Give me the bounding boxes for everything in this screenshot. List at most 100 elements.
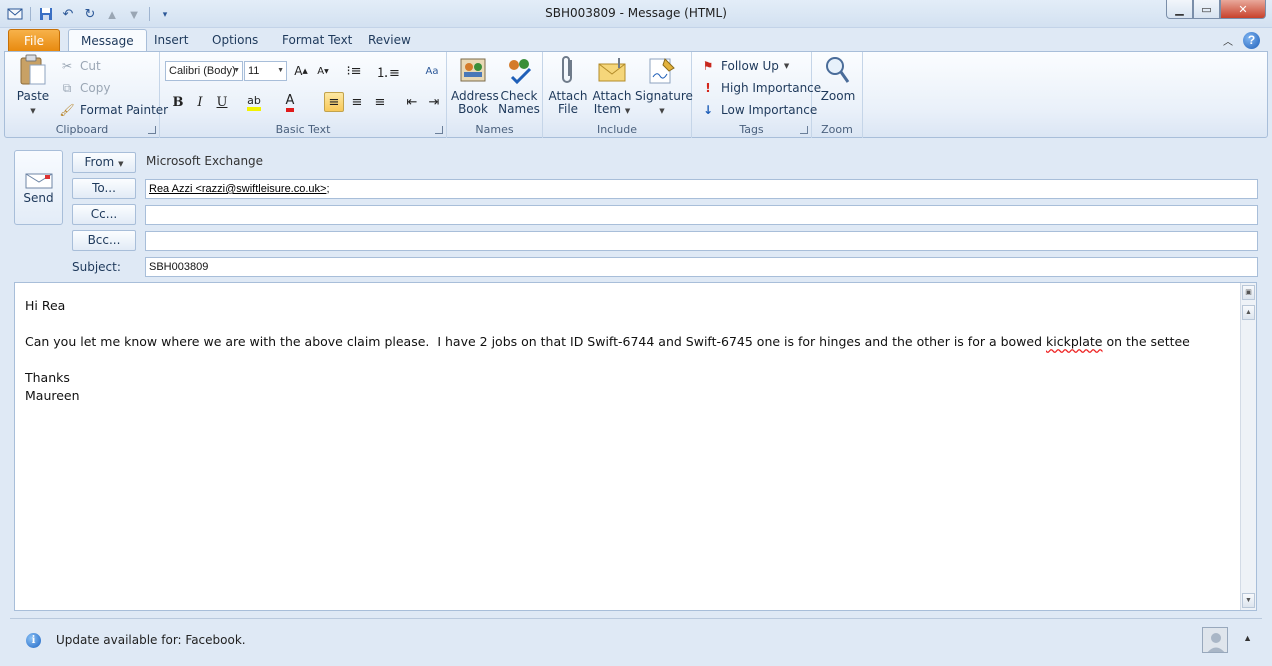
- low-importance-label: Low Importance: [721, 103, 818, 117]
- recipient-chip[interactable]: Rea Azzi <razzi@swiftleisure.co.uk>: [149, 183, 326, 195]
- bullets-icon[interactable]: ⁝≡: [344, 61, 364, 81]
- cut-label: Cut: [80, 59, 101, 73]
- copy-label: Copy: [80, 81, 111, 95]
- underline-icon[interactable]: U: [212, 92, 232, 112]
- paste-button[interactable]: Paste ▼: [13, 54, 53, 118]
- check-names-button[interactable]: Check Names: [497, 54, 541, 116]
- increase-indent-icon[interactable]: ⇥: [424, 92, 444, 112]
- decrease-indent-icon[interactable]: ⇤: [402, 92, 422, 112]
- clipboard-launcher-icon[interactable]: [148, 126, 156, 134]
- cc-field[interactable]: [145, 205, 1258, 225]
- attach-file-button[interactable]: Attach File: [547, 54, 589, 116]
- help-icon[interactable]: ?: [1243, 32, 1260, 49]
- paste-label: Paste: [16, 89, 50, 103]
- bcc-field[interactable]: [145, 231, 1258, 251]
- avatar[interactable]: [1202, 627, 1228, 653]
- ruler-toggle-icon[interactable]: ▣: [1242, 285, 1255, 300]
- expand-people-pane-icon[interactable]: ▲: [1243, 633, 1252, 643]
- body-line-blank: [25, 315, 1190, 333]
- body-main-text-end: on the settee: [1102, 334, 1190, 349]
- scroll-up-icon[interactable]: ▲: [1242, 305, 1255, 320]
- body-scrollbar[interactable]: ▣ ▲ ▼: [1240, 283, 1256, 610]
- signature-dropdown-icon: ▼: [659, 107, 665, 115]
- paste-icon: [17, 54, 49, 86]
- follow-up-dropdown-icon: ▼: [783, 62, 790, 70]
- attach-item-button[interactable]: Attach Item ▼: [590, 54, 634, 118]
- tab-review[interactable]: Review: [356, 29, 423, 52]
- follow-up-button[interactable]: ⚑ Follow Up ▼: [700, 58, 790, 74]
- highlight-icon[interactable]: ab: [244, 92, 264, 112]
- group-tags: ⚑ Follow Up ▼ ! High Importance ↓ Low Import…: [692, 52, 821, 138]
- ribbon: Paste ▼ ✂ Cut ⧉ Copy 🖌 Format Painter Clipbo…: [4, 51, 1268, 138]
- names-group-label: Names: [475, 123, 514, 136]
- align-left-icon[interactable]: ≡: [324, 92, 344, 112]
- bcc-button[interactable]: Bcc...: [72, 230, 136, 251]
- check-names-icon: [503, 54, 535, 86]
- collapse-ribbon-icon[interactable]: ︿: [1223, 33, 1233, 48]
- message-body[interactable]: Hi Rea Can you let me know where we are …: [14, 282, 1257, 611]
- close-button[interactable]: ✕: [1220, 0, 1266, 19]
- address-book-label-2: Book: [458, 102, 488, 116]
- magnifier-icon: [822, 54, 854, 86]
- font-size-select[interactable]: 11 ▼: [244, 61, 287, 81]
- format-painter-button[interactable]: 🖌 Format Painter: [59, 102, 168, 118]
- maximize-button[interactable]: ▭: [1193, 0, 1220, 19]
- signature-label: Signature: [635, 89, 693, 103]
- attach-item-label-2: Item: [593, 102, 622, 116]
- font-name-select[interactable]: Calibri (Body) ▼: [165, 61, 243, 81]
- flag-icon: ⚑: [702, 59, 714, 73]
- down-arrow-icon: ↓: [702, 103, 714, 117]
- recipient-separator: ;: [326, 183, 330, 195]
- clear-formatting-icon[interactable]: Aa: [422, 61, 442, 81]
- shrink-font-icon[interactable]: A ▼: [313, 61, 333, 81]
- grow-font-icon[interactable]: A ▲: [291, 61, 311, 81]
- address-book-label-1: Address: [451, 89, 499, 103]
- numbering-icon[interactable]: ⒈≡: [376, 61, 400, 81]
- high-importance-button[interactable]: ! High Importance: [700, 80, 821, 96]
- group-zoom: Zoom Zoom: [812, 52, 863, 138]
- group-clipboard: Paste ▼ ✂ Cut ⧉ Copy 🖌 Format Painter Clipbo…: [5, 52, 168, 138]
- bold-icon[interactable]: B: [168, 92, 188, 112]
- font-color-icon[interactable]: A: [280, 92, 300, 112]
- copy-button[interactable]: ⧉ Copy: [59, 80, 111, 96]
- update-status-text[interactable]: Update available for: Facebook.: [56, 633, 246, 647]
- scroll-down-icon[interactable]: ▼: [1242, 593, 1255, 608]
- align-right-icon[interactable]: ≡: [370, 92, 390, 112]
- tab-options[interactable]: Options: [200, 29, 270, 52]
- send-button[interactable]: Send: [14, 150, 63, 225]
- attach-file-label-1: Attach: [548, 89, 588, 103]
- from-label: From: [84, 155, 115, 169]
- message-body-text[interactable]: Hi Rea Can you let me know where we are …: [25, 297, 1190, 405]
- people-pane-bar: i Update available for: Facebook. ▲: [10, 618, 1262, 662]
- italic-icon[interactable]: I: [190, 92, 210, 112]
- basic-text-launcher-icon[interactable]: [435, 126, 443, 134]
- from-button[interactable]: From ▼: [72, 152, 136, 173]
- tab-format-text[interactable]: Format Text: [270, 29, 364, 52]
- cut-button[interactable]: ✂ Cut: [59, 58, 101, 74]
- window-controls: ▁ ▭ ✕: [1166, 0, 1266, 19]
- low-importance-button[interactable]: ↓ Low Importance: [700, 102, 817, 118]
- zoom-button[interactable]: Zoom: [816, 54, 860, 103]
- from-value: Microsoft Exchange: [146, 154, 264, 168]
- to-field[interactable]: Rea Azzi <razzi@swiftleisure.co.uk>;: [145, 179, 1258, 199]
- include-group-label: Include: [596, 123, 638, 136]
- tab-insert[interactable]: Insert: [142, 29, 200, 52]
- cc-button[interactable]: Cc...: [72, 204, 136, 225]
- send-label: Send: [23, 191, 54, 205]
- tab-message[interactable]: Message: [68, 29, 147, 52]
- minimize-button[interactable]: ▁: [1166, 0, 1193, 19]
- tags-launcher-icon[interactable]: [800, 126, 808, 134]
- basic-text-group-label: Basic Text: [275, 123, 331, 136]
- signature-button[interactable]: Signature ▼: [635, 54, 693, 118]
- to-button[interactable]: To...: [72, 178, 136, 199]
- subject-field[interactable]: SBH003809: [145, 257, 1258, 277]
- attach-file-label-2: File: [557, 102, 579, 116]
- align-center-icon[interactable]: ≡: [347, 92, 367, 112]
- info-icon: i: [26, 633, 41, 648]
- follow-up-label: Follow Up: [721, 59, 779, 73]
- tab-file[interactable]: File: [8, 29, 60, 52]
- address-book-button[interactable]: Address Book: [451, 54, 499, 116]
- clipboard-group-label: Clipboard: [55, 123, 109, 136]
- send-icon: [25, 173, 53, 189]
- misspelled-word[interactable]: kickplate: [1046, 334, 1102, 349]
